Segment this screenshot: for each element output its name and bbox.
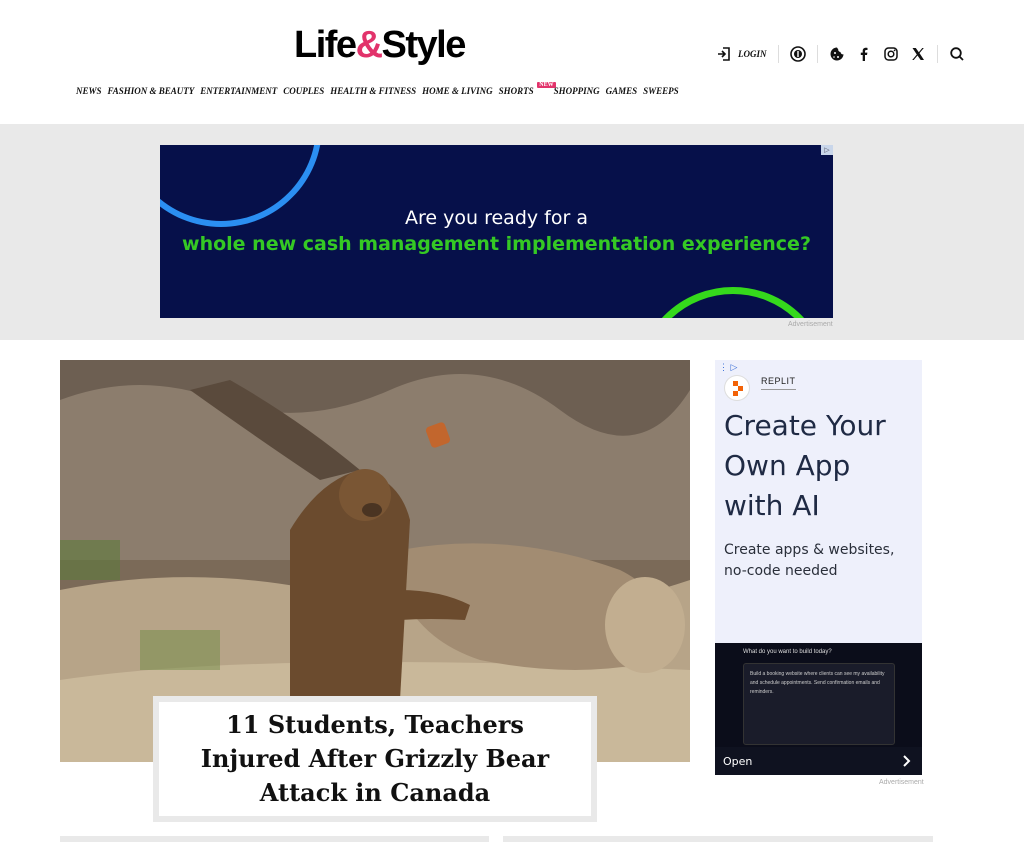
site-header: Life&Style NEWS FASHION & BEAUTY ENTERTA… bbox=[0, 0, 1024, 124]
prompt-question: What do you want to build today? bbox=[743, 649, 832, 655]
nav-item-games[interactable]: GAMES bbox=[606, 86, 638, 96]
cookie-button[interactable] bbox=[829, 44, 845, 64]
instagram-link[interactable] bbox=[883, 44, 899, 64]
decorative-arc bbox=[636, 287, 830, 318]
facebook-link[interactable] bbox=[856, 44, 872, 64]
ad-label: Advertisement bbox=[788, 321, 833, 328]
article-card-placeholder bbox=[60, 836, 489, 842]
banner-ad-line2: whole new cash management implementation… bbox=[182, 233, 811, 255]
adchoices-icon[interactable]: ⋮ ▷ bbox=[719, 362, 737, 373]
banner-ad[interactable]: Are you ready for a whole new cash manag… bbox=[160, 145, 833, 318]
instagram-icon bbox=[883, 47, 898, 61]
divider bbox=[777, 45, 779, 63]
info-icon bbox=[789, 46, 806, 62]
search-icon bbox=[949, 47, 964, 61]
article-card-placeholder bbox=[503, 836, 933, 842]
side-ad[interactable]: ⋮ ▷ REPLIT Create Your Own App with AI C… bbox=[715, 360, 922, 775]
divider bbox=[936, 45, 938, 63]
adchoices-icon[interactable]: ▷ bbox=[821, 145, 833, 155]
cookie-icon bbox=[830, 47, 843, 61]
replit-logo bbox=[725, 376, 749, 400]
open-button[interactable]: Open bbox=[715, 747, 922, 775]
facebook-icon bbox=[860, 47, 867, 61]
side-ad-subtext: Create apps & websites, no-code needed bbox=[724, 542, 895, 579]
site-logo[interactable]: Life&Style bbox=[294, 26, 466, 64]
divider bbox=[816, 45, 818, 63]
x-icon bbox=[911, 48, 924, 60]
nav-item-entertainment[interactable]: ENTERTAINMENT bbox=[200, 86, 277, 96]
info-button[interactable] bbox=[789, 44, 806, 64]
nav-item-shorts[interactable]: SHORTS NEW bbox=[499, 82, 556, 96]
login-button[interactable]: LOGIN bbox=[716, 44, 767, 64]
banner-ad-line1: Are you ready for a bbox=[405, 207, 588, 229]
x-link[interactable] bbox=[910, 44, 926, 64]
nav-item-fashion-beauty[interactable]: FASHION & BEAUTY bbox=[108, 86, 195, 96]
nav-item-news[interactable]: NEWS bbox=[76, 86, 102, 96]
main-nav: NEWS FASHION & BEAUTY ENTERTAINMENT COUP… bbox=[76, 82, 679, 96]
side-ad-preview: What do you want to build today? Build a… bbox=[715, 643, 922, 747]
hero-headline-card[interactable]: 11 Students, Teachers Injured After Griz… bbox=[153, 696, 597, 822]
side-ad-headline: Create Your Own App with AI bbox=[724, 409, 886, 522]
login-icon bbox=[718, 47, 730, 61]
chevron-right-icon bbox=[903, 755, 911, 767]
ad-brand-name: REPLIT bbox=[761, 376, 796, 390]
nav-item-sweeps[interactable]: SWEEPS bbox=[643, 86, 679, 96]
prompt-text: Build a booking website where clients ca… bbox=[750, 671, 885, 695]
nav-item-shopping[interactable]: SHOPPING bbox=[554, 86, 600, 96]
nav-item-health-fitness[interactable]: HEALTH & FITNESS bbox=[330, 86, 416, 96]
ad-label: Advertisement bbox=[879, 779, 924, 786]
prompt-box: Build a booking website where clients ca… bbox=[743, 663, 895, 745]
header-tools: LOGIN bbox=[716, 44, 965, 64]
nav-item-couples[interactable]: COUPLES bbox=[283, 86, 324, 96]
hero-headline[interactable]: 11 Students, Teachers Injured After Griz… bbox=[159, 708, 591, 810]
nav-item-home-living[interactable]: HOME & LIVING bbox=[422, 86, 493, 96]
ad-strip: Are you ready for a whole new cash manag… bbox=[0, 124, 1024, 340]
search-button[interactable] bbox=[949, 44, 965, 64]
